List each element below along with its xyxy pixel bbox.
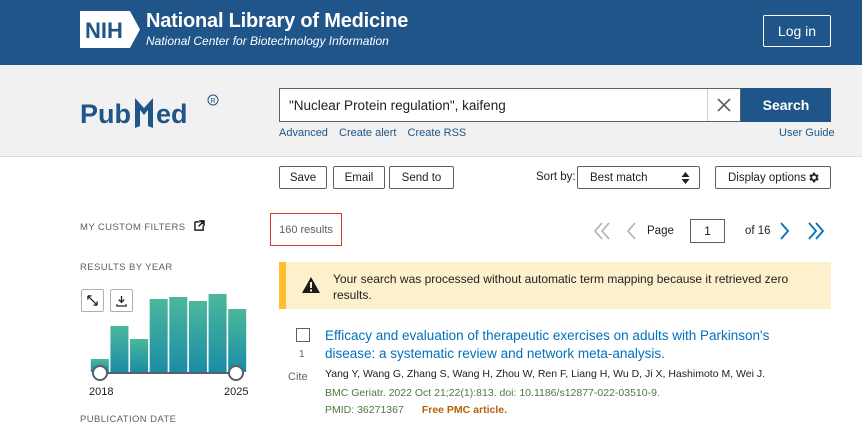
year-bar-2019[interactable] — [110, 326, 129, 372]
create-alert-link[interactable]: Create alert — [339, 127, 396, 139]
result-checkbox[interactable] — [296, 328, 310, 342]
nih-header: NIH National Library of Medicine Nationa… — [0, 0, 862, 65]
custom-filters-label: MY CUSTOM FILTERS — [80, 222, 186, 233]
sort-select[interactable]: Best match — [577, 166, 700, 189]
email-button[interactable]: Email — [333, 166, 385, 189]
close-icon — [717, 98, 731, 112]
year-start-handle[interactable] — [92, 365, 108, 381]
cite-button[interactable]: Cite — [288, 371, 308, 383]
year-bar-2023[interactable] — [188, 301, 207, 372]
results-count: 160 results — [270, 213, 342, 246]
svg-text:Pub: Pub — [80, 99, 131, 129]
user-guide-link[interactable]: User Guide — [779, 127, 835, 139]
next-page-icon[interactable] — [778, 219, 792, 243]
nlm-title[interactable]: National Library of Medicine — [146, 10, 408, 33]
display-options-label: Display options — [728, 171, 806, 184]
search-notice: Your search was processed without automa… — [279, 262, 831, 309]
year-bar-2024[interactable] — [208, 294, 227, 372]
external-link-icon — [193, 220, 205, 231]
gear-icon — [809, 172, 819, 183]
search-input[interactable]: "Nuclear Protein regulation", kaifeng — [279, 88, 741, 122]
svg-text:ed: ed — [156, 99, 188, 129]
article-title-link[interactable]: Efficacy and evaluation of therapeutic e… — [325, 327, 795, 363]
year-end-label: 2025 — [224, 386, 249, 398]
ncbi-subtitle: National Center for Biotechnology Inform… — [146, 34, 389, 48]
send-to-button[interactable]: Send to — [389, 166, 454, 189]
year-bar-2022[interactable] — [169, 297, 188, 372]
search-query[interactable]: "Nuclear Protein regulation", kaifeng — [280, 98, 707, 113]
article-citation: BMC Geriatr. 2022 Oct 21;22(1):813. doi:… — [325, 387, 660, 399]
advanced-link[interactable]: Advanced — [279, 127, 328, 139]
display-options-button[interactable]: Display options — [715, 166, 831, 189]
year-start-label: 2018 — [89, 386, 114, 398]
custom-filters-link[interactable]: MY CUSTOM FILTERS — [80, 220, 205, 233]
article-pmid: PMID: 36271367 — [325, 404, 404, 416]
previous-page-icon[interactable] — [624, 219, 638, 243]
sort-caret-icon — [681, 172, 690, 184]
search-links: Advanced Create alert Create RSS — [279, 127, 474, 139]
result-number: 1 — [299, 349, 305, 360]
search-button[interactable]: Search — [741, 88, 831, 122]
publication-date-label: PUBLICATION DATE — [80, 414, 177, 423]
year-end-handle[interactable] — [228, 365, 244, 381]
total-pages-label: of 16 — [745, 225, 771, 237]
sort-label: Sort by: — [536, 171, 576, 183]
search-band: Pub ed R "Nuclear Protein regulation", k… — [0, 65, 862, 157]
results-by-year-chart[interactable] — [80, 285, 250, 385]
save-button[interactable]: Save — [279, 166, 327, 189]
pubmed-logo[interactable]: Pub ed R — [80, 86, 220, 136]
year-bar-2021[interactable] — [149, 299, 168, 372]
article-authors: Yang Y, Wang G, Zhang S, Wang H, Zhou W,… — [325, 368, 766, 380]
create-rss-link[interactable]: Create RSS — [408, 127, 467, 139]
warning-icon — [302, 277, 320, 293]
last-page-icon[interactable] — [806, 219, 826, 243]
svg-text:R: R — [211, 98, 216, 105]
notice-text: Your search was processed without automa… — [333, 272, 789, 302]
page-number-input[interactable]: 1 — [690, 219, 725, 243]
free-pmc-badge: Free PMC article. — [421, 404, 508, 416]
year-bar-2020[interactable] — [130, 339, 149, 372]
login-button[interactable]: Log in — [763, 15, 831, 47]
page-label: Page — [647, 225, 674, 237]
results-by-year-label: RESULTS BY YEAR — [80, 262, 173, 273]
article-pmid-row: PMID: 36271367 Free PMC article. — [325, 404, 507, 416]
nih-logo-text: NIH — [85, 18, 123, 43]
clear-search-button[interactable] — [707, 89, 740, 121]
sort-value: Best match — [590, 171, 648, 184]
first-page-icon[interactable] — [592, 219, 612, 243]
year-bar-2025[interactable] — [228, 309, 247, 372]
nih-logo[interactable]: NIH — [80, 11, 140, 48]
